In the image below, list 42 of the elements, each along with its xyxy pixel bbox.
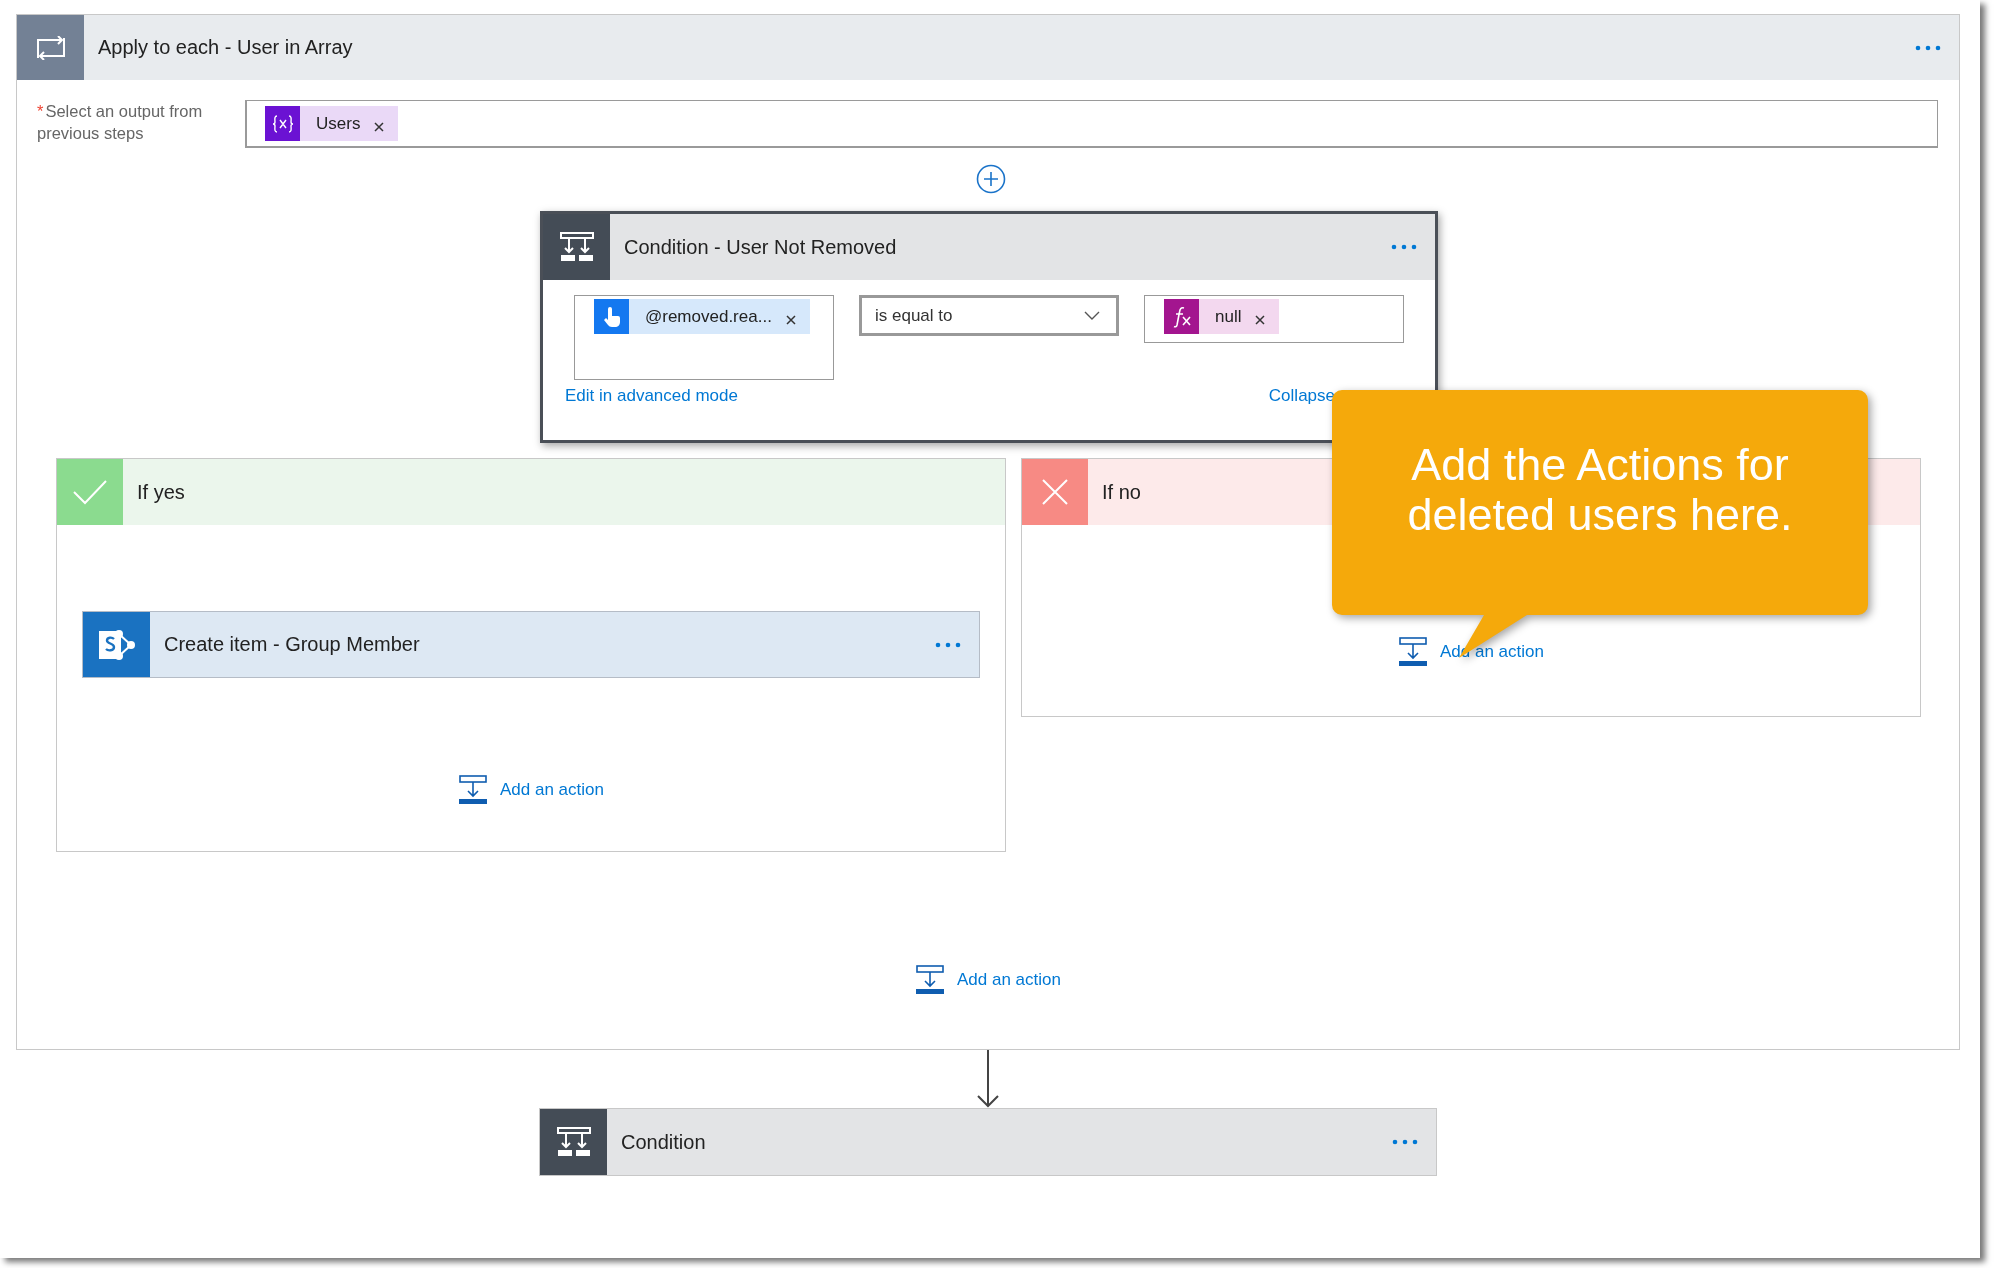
variable-icon — [270, 113, 295, 134]
function-icon — [1171, 305, 1192, 328]
checkmark-icon — [73, 479, 107, 505]
chevron-down-icon — [1084, 311, 1100, 320]
value-field[interactable]: null — [1144, 295, 1404, 343]
advanced-mode-link[interactable]: Edit in advanced mode — [565, 386, 738, 406]
callout-text: Add the Actions for deleted users here. — [1406, 440, 1794, 540]
collapse-link[interactable]: Collapse — [1268, 386, 1335, 406]
operator-dropdown[interactable]: is equal to — [859, 295, 1119, 336]
more-options-icon[interactable] — [1392, 1139, 1418, 1145]
condition-icon — [556, 1127, 591, 1157]
action-title: Create item - Group Member — [164, 633, 421, 656]
output-field[interactable]: Users — [245, 100, 1938, 148]
remove-icon[interactable] — [785, 314, 796, 325]
field-label: *Select an output from previous steps — [37, 101, 204, 144]
flow-arrow — [976, 1050, 1000, 1108]
branch-title: If yes — [137, 480, 186, 504]
condition-title: Condition — [621, 1130, 707, 1154]
add-step-icon[interactable] — [976, 164, 1006, 194]
more-options-icon[interactable] — [935, 641, 961, 648]
add-action-icon — [1398, 637, 1428, 667]
more-options-icon[interactable] — [1391, 244, 1417, 250]
more-options-icon[interactable] — [1915, 44, 1941, 51]
token-label: null — [1215, 306, 1242, 327]
hand-pointer-icon — [602, 305, 621, 328]
loop-title: Apply to each - User in Array — [98, 36, 354, 59]
action-card[interactable]: Create item - Group Member — [82, 611, 980, 678]
cross-icon — [1042, 479, 1068, 505]
add-action-link[interactable]: Add an action — [915, 965, 1061, 995]
token-label: @removed.rea... — [645, 306, 772, 327]
add-action-icon — [458, 775, 488, 805]
token-label: Users — [316, 113, 361, 134]
add-action-icon — [915, 965, 945, 995]
condition-title: Condition - User Not Removed — [624, 235, 898, 259]
condition-card[interactable]: Condition — [539, 1108, 1437, 1176]
document-share-icon — [96, 627, 137, 662]
remove-icon[interactable] — [374, 121, 385, 132]
branch-title: If no — [1102, 480, 1142, 504]
remove-icon[interactable] — [1255, 314, 1266, 325]
condition-icon — [559, 232, 594, 262]
add-action-link[interactable]: Add an action — [458, 775, 604, 805]
value-field[interactable]: @removed.rea... — [574, 295, 834, 380]
